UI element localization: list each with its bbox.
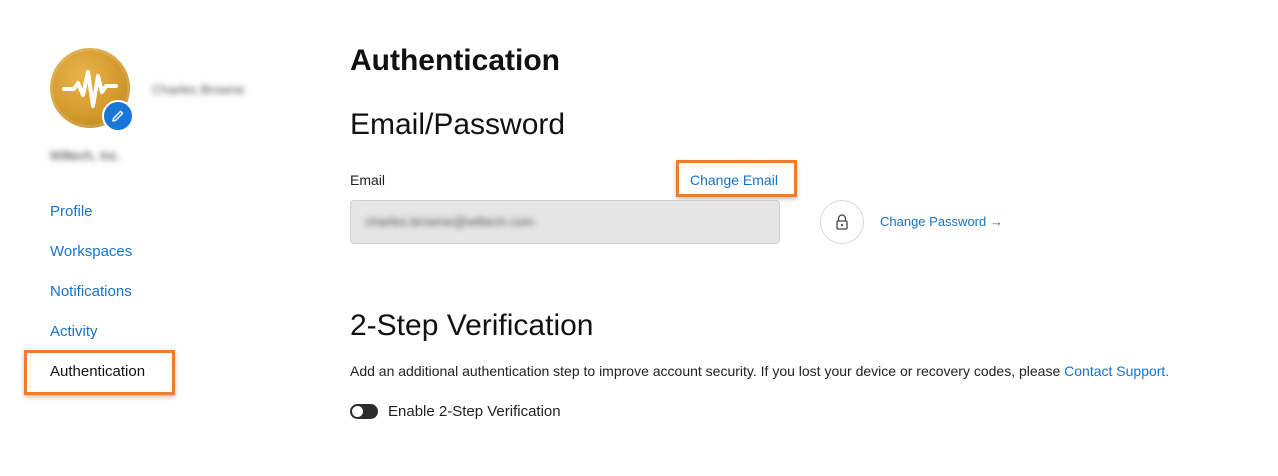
change-password-link[interactable]: Change Password →: [880, 214, 1003, 229]
contact-support-link[interactable]: Contact Support: [1064, 363, 1165, 379]
email-value: charles.browne@wiltech.com: [365, 214, 535, 229]
email-field[interactable]: charles.browne@wiltech.com: [350, 200, 780, 244]
page-title: Authentication: [350, 44, 560, 77]
pencil-icon: [112, 110, 124, 122]
user-name: Charles Browne: [152, 82, 245, 97]
change-email-highlight-box: [676, 160, 797, 197]
sidebar-item-workspaces[interactable]: Workspaces: [50, 243, 132, 260]
organization-name: Wiltech, Inc.: [50, 148, 121, 163]
two-step-description: Add an additional authentication step to…: [350, 363, 1169, 379]
two-step-description-end: .: [1165, 363, 1170, 379]
two-step-heading: 2-Step Verification: [350, 309, 594, 342]
two-step-toggle[interactable]: [350, 404, 378, 419]
two-step-toggle-label: Enable 2-Step Verification: [388, 403, 561, 420]
authentication-highlight-box: [24, 350, 175, 395]
edit-avatar-button[interactable]: [102, 100, 134, 132]
two-step-description-text: Add an additional authentication step to…: [350, 363, 1065, 379]
lock-icon: [836, 214, 848, 230]
email-label: Email: [350, 172, 386, 188]
email-password-heading: Email/Password: [350, 108, 566, 141]
lock-badge: [820, 200, 864, 244]
sidebar-item-profile[interactable]: Profile: [50, 203, 93, 220]
sidebar-item-notifications[interactable]: Notifications: [50, 283, 132, 300]
toggle-knob: [352, 406, 363, 417]
sidebar-item-activity[interactable]: Activity: [50, 323, 98, 340]
